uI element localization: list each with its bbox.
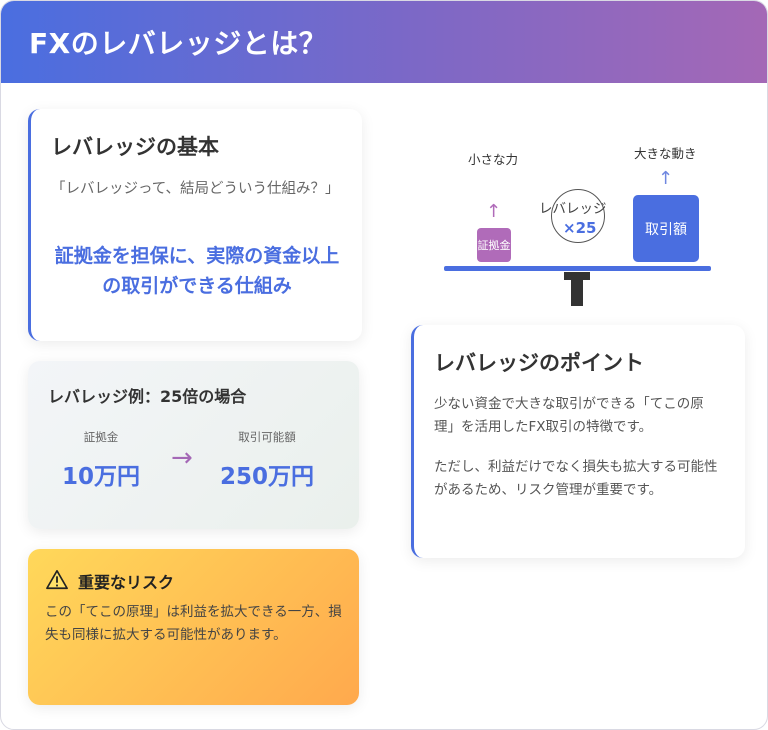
- margin-label: 証拠金: [83, 430, 119, 444]
- fulcrum-post: [571, 280, 583, 306]
- trade-box: 取引額: [633, 195, 699, 262]
- points-card: レバレッジのポイント 少ない資金で大きな取引ができる「てこの原理」を活用したFX…: [411, 325, 745, 558]
- right-arrow-icon: →: [171, 443, 193, 473]
- big-move-label: 大きな動き: [634, 146, 697, 161]
- margin-column: 証拠金 10万円: [41, 429, 161, 491]
- leverage-diagram: 小さな力 大きな動き ↑ ↑ 証拠金 レバレッジ ×25 取引額: [431, 131, 731, 311]
- lever-beam: [444, 266, 711, 271]
- small-force-label: 小さな力: [468, 152, 519, 167]
- risk-title: 重要なリスク: [78, 573, 175, 592]
- up-arrow-icon-big: ↑: [658, 168, 674, 189]
- tradable-label: 取引可能額: [238, 430, 296, 444]
- page-header: FXのレバレッジとは？: [1, 1, 767, 83]
- basics-highlight: 証拠金を担保に、実際の資金以上の取引ができる仕組み: [54, 245, 340, 297]
- tradable-value: 250万円: [219, 464, 314, 490]
- risk-body: この「てこの原理」は利益を拡大できる一方、損失も同様に拡大する可能性があります。: [45, 604, 342, 643]
- tradable-column: 取引可能額 250万円: [207, 429, 327, 491]
- basics-card: レバレッジの基本 「レバレッジって、結局どういう仕組み？」 証拠金を担保に、実際…: [28, 109, 362, 341]
- basics-quote: 「レバレッジって、結局どういう仕組み？」: [51, 181, 340, 197]
- fulcrum-top: [564, 272, 590, 280]
- basics-title: レバレッジの基本: [51, 135, 219, 159]
- example-card: レバレッジ例：25倍の場合 証拠金 10万円 → 取引可能額 250万円: [28, 361, 359, 529]
- page-title: FXのレバレッジとは？: [29, 27, 328, 60]
- example-title: レバレッジ例：25倍の場合: [48, 387, 247, 406]
- points-title: レバレッジのポイント: [434, 351, 644, 375]
- page-frame: FXのレバレッジとは？ レバレッジの基本 「レバレッジって、結局どういう仕組み？…: [0, 0, 768, 730]
- margin-value: 10万円: [61, 464, 140, 490]
- leverage-name: レバレッジ: [539, 201, 607, 217]
- risk-card: 重要なリスク この「てこの原理」は利益を拡大できる一方、損失も同様に拡大する可能…: [28, 549, 359, 705]
- leverage-multiplier: ×25: [563, 219, 597, 237]
- points-paragraph-1: 少ない資金で大きな取引ができる「てこの原理」を活用したFX取引の特徴です。: [434, 396, 704, 435]
- points-paragraph-2: ただし、利益だけでなく損失も拡大する可能性があるため、リスク管理が重要です。: [434, 459, 718, 498]
- warning-triangle-icon: [46, 570, 68, 590]
- margin-box: 証拠金: [477, 228, 511, 262]
- up-arrow-icon-small: ↑: [486, 201, 502, 222]
